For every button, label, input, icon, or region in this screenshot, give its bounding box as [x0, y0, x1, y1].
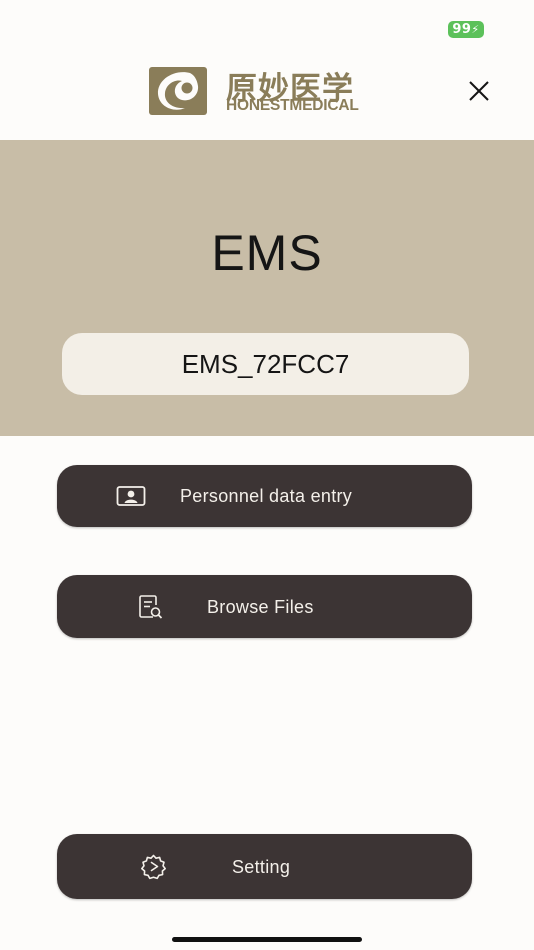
battery-level: 99	[452, 22, 472, 37]
page-title: EMS	[211, 225, 323, 281]
close-icon[interactable]	[464, 76, 494, 106]
logo-mark-icon	[149, 67, 207, 115]
gear-icon	[141, 854, 166, 880]
browse-files-label: Browse Files	[207, 597, 314, 617]
id-card-icon	[116, 486, 146, 506]
setting-label: Setting	[232, 857, 291, 877]
device-name-field: EMS_72FCC7	[62, 333, 469, 395]
home-indicator[interactable]	[172, 937, 362, 942]
personnel-data-entry-label: Personnel data entry	[180, 486, 353, 506]
charging-bolt-icon: ⚡	[471, 23, 480, 36]
setting-button[interactable]: Setting	[57, 834, 472, 899]
battery-indicator: 99⚡	[448, 21, 484, 38]
browse-files-button[interactable]: Browse Files	[57, 575, 472, 638]
device-hero-panel: EMS EMS_72FCC7	[0, 140, 534, 436]
file-search-icon	[139, 595, 163, 619]
brand-logo: 原妙医学 HONESTMEDICAL	[149, 66, 389, 116]
personnel-data-entry-button[interactable]: Personnel data entry	[57, 465, 472, 527]
logo-text-english: HONESTMEDICAL	[226, 97, 359, 114]
header: 原妙医学 HONESTMEDICAL	[0, 50, 534, 140]
status-bar: 99⚡	[0, 0, 534, 50]
